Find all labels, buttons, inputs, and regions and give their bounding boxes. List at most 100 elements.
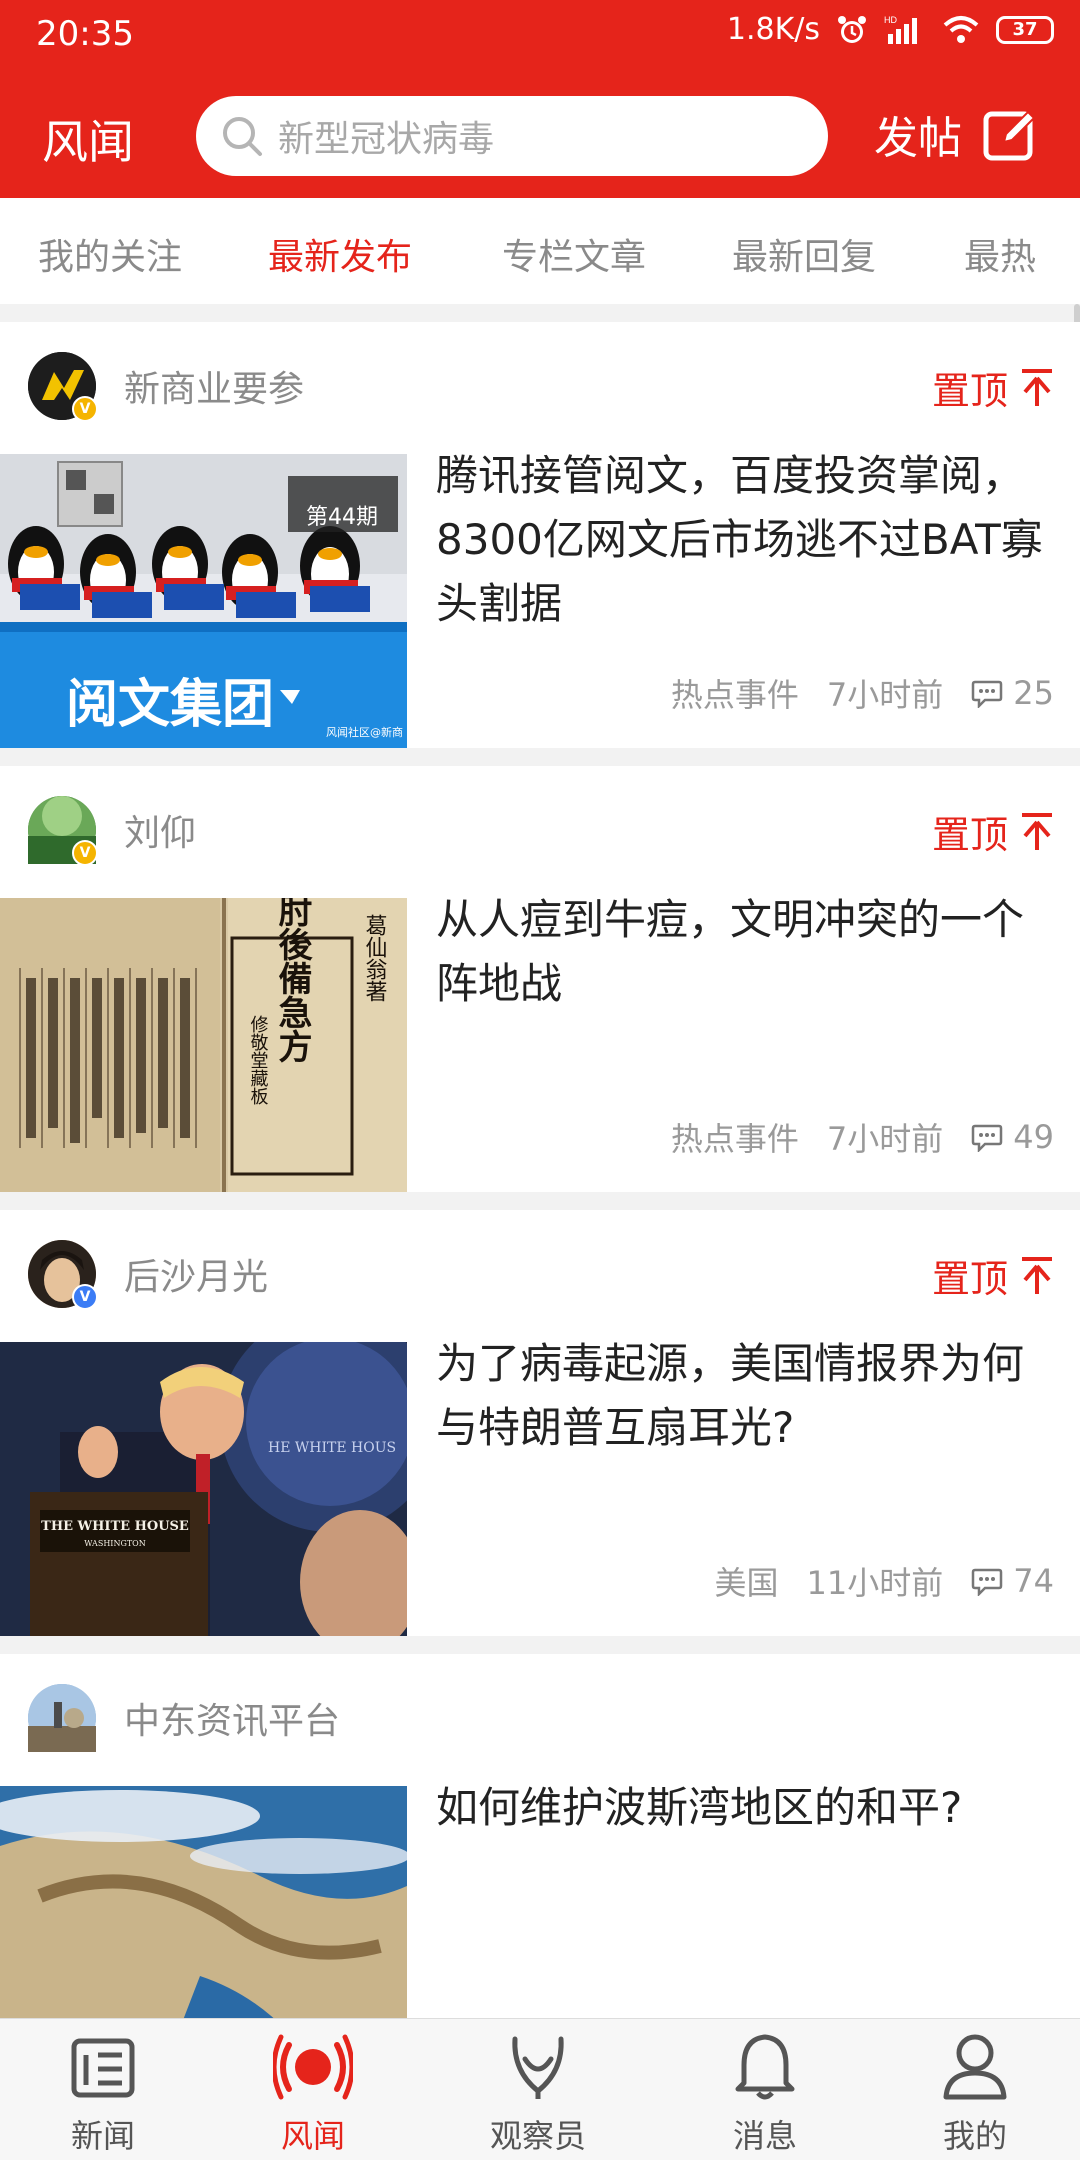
article-time: 11小时前 — [806, 1564, 944, 1602]
image-caption: 阅文集团 — [66, 675, 274, 735]
author[interactable]: 中东资讯平台 — [28, 1684, 340, 1752]
pin-label: 置顶 — [931, 813, 1008, 857]
pin-top-icon — [1022, 368, 1052, 406]
list-item[interactable]: V 新商业要参 置顶 阅文集团 第44期 风闻社区@新商 腾讯接管阅文，百度投资… — [0, 322, 1080, 748]
edit-icon — [983, 110, 1036, 161]
tab-my-follow[interactable]: 我的关注 — [38, 228, 182, 280]
comment-count[interactable]: 74 — [971, 1562, 1054, 1600]
article-title[interactable]: 为了病毒起源，美国情报界为何与特朗普互扇耳光? — [436, 1332, 1056, 1460]
article-tag[interactable]: 美国 — [715, 1558, 779, 1604]
network-speed: 1.8K/s — [726, 12, 820, 47]
tab-latest[interactable]: 最新发布 — [268, 228, 412, 280]
author-name: 刘仰 — [124, 813, 197, 854]
article-tag[interactable]: 热点事件 — [671, 670, 799, 716]
pin-label: 置顶 — [931, 369, 1008, 413]
alarm-icon — [838, 15, 866, 43]
article-thumbnail[interactable]: 阅文集团 第44期 风闻社区@新商 — [0, 454, 407, 748]
tab-latest-reply[interactable]: 最新回复 — [732, 228, 876, 280]
tab-columns[interactable]: 专栏文章 — [502, 228, 646, 280]
article-thumbnail[interactable]: 肘後備急方 修敬堂藏板 葛仙翁著 — [0, 898, 407, 1192]
image-caption: THE WHITE HOUSE — [41, 1519, 189, 1534]
app-brand: 风闻 — [42, 115, 134, 169]
status-bar: 20:35 1.8K/s HD 37 — [0, 0, 1080, 76]
nav-profile-label: 我的 — [942, 2117, 1007, 2155]
comment-count[interactable]: 25 — [971, 674, 1054, 712]
avatar[interactable]: V — [28, 796, 98, 866]
pinned-badge: 置顶 — [932, 1248, 1054, 1303]
author-name: 中东资讯平台 — [124, 1701, 341, 1742]
search-input[interactable]: 新型冠状病毒 — [196, 96, 828, 176]
article-time: 7小时前 — [826, 1120, 944, 1158]
nav-messages[interactable]: 消息 — [690, 2031, 840, 2157]
svg-text:HD: HD — [884, 15, 897, 25]
comment-count[interactable]: 49 — [971, 1118, 1054, 1156]
image-caption: 肘後備急方 — [272, 898, 312, 1063]
comment-count-value: 49 — [1013, 1118, 1054, 1156]
bottom-nav: 新闻 风闻 观察员 消息 我的 — [0, 2018, 1080, 2160]
bell-icon — [735, 2034, 795, 2100]
author[interactable]: V 后沙月光 — [28, 1240, 269, 1310]
comment-count-value: 25 — [1013, 674, 1054, 712]
post-button[interactable]: 发帖 — [874, 102, 1038, 166]
article-title[interactable]: 从人痘到牛痘，文明冲突的一个阵地战 — [436, 888, 1056, 1016]
newspaper-icon — [71, 2038, 135, 2098]
status-icons: 1.8K/s HD 37 — [727, 12, 1054, 47]
ancient-book-photo: 肘後備急方 修敬堂藏板 葛仙翁著 — [0, 898, 407, 1192]
status-time: 20:35 — [36, 14, 134, 54]
nav-profile[interactable]: 我的 — [900, 2031, 1050, 2157]
nav-observer-label: 观察员 — [489, 2117, 586, 2155]
list-item[interactable]: V 刘仰 置顶 肘後備急方 修敬堂藏板 葛仙翁著 从人痘到牛痘，文明冲突的一个阵… — [0, 766, 1080, 1192]
verified-badge: V — [72, 1284, 98, 1310]
image-side-caption: 葛仙翁著 — [362, 914, 388, 1002]
author[interactable]: V 新商业要参 — [28, 352, 305, 422]
avatar[interactable] — [28, 1684, 96, 1752]
article-meta: 美国 11小时前 74 — [715, 1558, 1054, 1604]
battery-icon: 37 — [996, 15, 1054, 44]
author[interactable]: V 刘仰 — [28, 796, 197, 866]
comment-count-value: 74 — [1013, 1562, 1054, 1600]
avatar[interactable]: V — [28, 352, 98, 422]
article-meta: 热点事件 7小时前 49 — [671, 1114, 1054, 1160]
image-watermark: 风闻社区@新商 — [326, 725, 403, 739]
comment-icon — [972, 1568, 1003, 1596]
article-thumbnail[interactable]: HE WHITE HOUS THE WHITE HOUSE WASHINGTON — [0, 1342, 407, 1636]
comment-icon — [972, 680, 1003, 708]
post-label: 发帖 — [874, 113, 962, 164]
search-icon — [223, 117, 262, 156]
nav-fengwen[interactable]: 风闻 — [238, 2031, 388, 2157]
verified-badge: V — [72, 396, 98, 422]
wifi-icon — [943, 15, 979, 43]
article-time: 7小时前 — [826, 676, 944, 714]
image-subcaption: WASHINGTON — [84, 1539, 146, 1548]
article-title[interactable]: 腾讯接管阅文，百度投资掌阅，8300亿网文后市场逃不过BAT寡头割据 — [436, 444, 1056, 636]
nav-fengwen-label: 风闻 — [280, 2117, 345, 2155]
comment-icon — [972, 1124, 1003, 1152]
search-placeholder: 新型冠状病毒 — [278, 119, 495, 160]
nav-news[interactable]: 新闻 — [28, 2031, 178, 2157]
list-item[interactable]: 中东资讯平台 如何维护波斯湾地区的和平? — [0, 1654, 1080, 2080]
image-subcaption: 修敬堂藏板 — [248, 1015, 269, 1105]
nav-observer[interactable]: 观察员 — [463, 2031, 613, 2157]
app-root: 20:35 1.8K/s HD 37 风闻 新型冠状病毒 发帖 我的关注 最新发… — [0, 0, 1080, 2160]
nav-news-label: 新闻 — [70, 2117, 135, 2155]
pin-top-icon — [1022, 1256, 1052, 1294]
pin-label: 置顶 — [931, 1257, 1008, 1301]
avatar[interactable]: V — [28, 1240, 98, 1310]
author-name: 后沙月光 — [124, 1257, 269, 1298]
broadcast-icon — [273, 2034, 353, 2100]
header: 20:35 1.8K/s HD 37 风闻 新型冠状病毒 发帖 — [0, 0, 1080, 198]
article-meta: 热点事件 7小时前 25 — [671, 670, 1054, 716]
list-item[interactable]: V 后沙月光 置顶 HE WHITE HOUS THE WHITE HOUSE … — [0, 1210, 1080, 1636]
image-backdrop-text: HE WHITE HOUS — [268, 1440, 396, 1456]
feed-list: V 新商业要参 置顶 阅文集团 第44期 风闻社区@新商 腾讯接管阅文，百度投资… — [0, 322, 1080, 2098]
category-tabs: 我的关注 最新发布 专栏文章 最新回复 最热 — [0, 198, 1080, 304]
signal-icon: HD — [884, 15, 917, 44]
pin-top-icon — [1022, 812, 1052, 850]
person-icon — [943, 2034, 1007, 2100]
author-name: 新商业要参 — [124, 369, 305, 410]
article-tag[interactable]: 热点事件 — [671, 1114, 799, 1160]
tab-hottest[interactable]: 最热 — [964, 228, 1036, 280]
image-badge: 第44期 — [306, 505, 378, 530]
article-title[interactable]: 如何维护波斯湾地区的和平? — [436, 1776, 1056, 1840]
press-briefing-photo: HE WHITE HOUS THE WHITE HOUSE WASHINGTON — [0, 1342, 407, 1636]
